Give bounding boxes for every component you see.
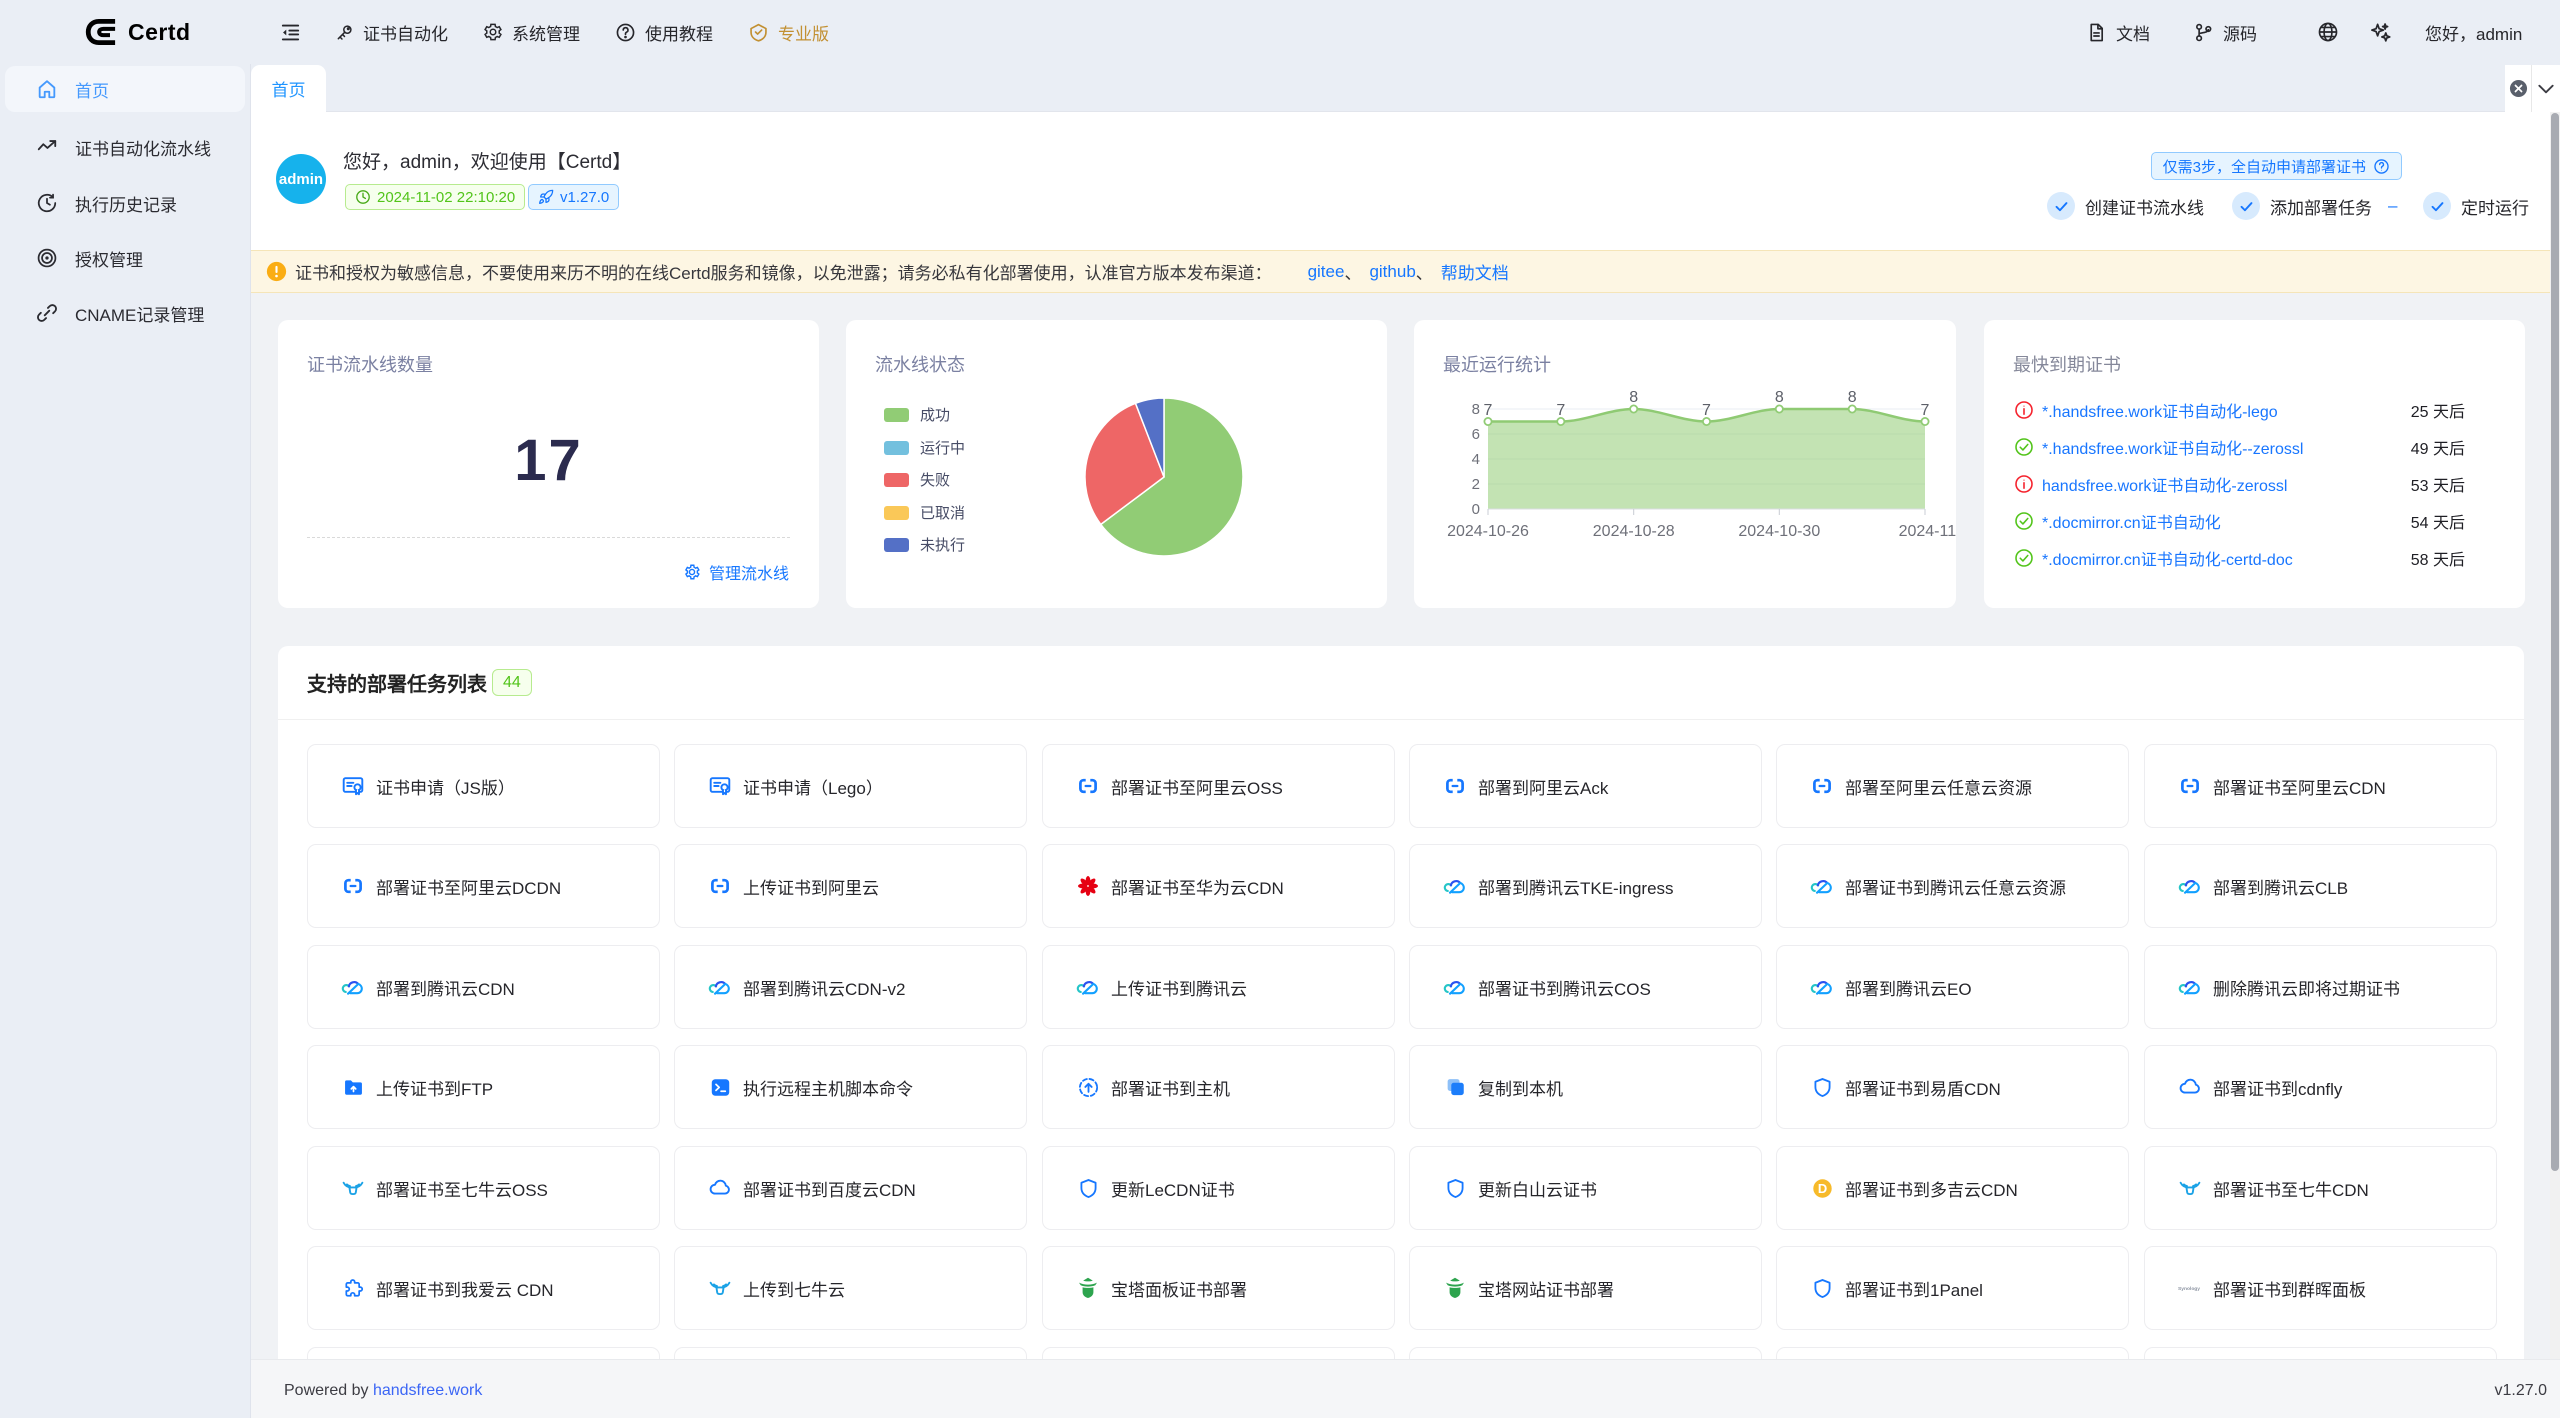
svg-text:8: 8 bbox=[1629, 389, 1638, 406]
svg-text:6: 6 bbox=[1472, 426, 1480, 443]
svg-text:D: D bbox=[1817, 1181, 1826, 1196]
svg-text:8: 8 bbox=[1775, 389, 1784, 406]
svg-text:0: 0 bbox=[1472, 501, 1480, 518]
svg-text:Synology: Synology bbox=[2178, 1286, 2200, 1292]
svg-text:7: 7 bbox=[1702, 402, 1711, 419]
svg-text:8: 8 bbox=[1848, 389, 1857, 406]
svg-text:2024-10-28: 2024-10-28 bbox=[1593, 523, 1675, 540]
svg-text:2: 2 bbox=[1472, 476, 1480, 493]
svg-text:7: 7 bbox=[1556, 402, 1565, 419]
svg-text:2024-10-26: 2024-10-26 bbox=[1447, 523, 1529, 540]
svg-text:7: 7 bbox=[1921, 402, 1930, 419]
svg-text:7: 7 bbox=[1484, 402, 1493, 419]
svg-text:4: 4 bbox=[1472, 451, 1480, 468]
svg-text:2024-11-: 2024-11- bbox=[1899, 523, 1956, 540]
svg-text:2024-10-30: 2024-10-30 bbox=[1738, 523, 1820, 540]
svg-text:8: 8 bbox=[1472, 401, 1480, 418]
